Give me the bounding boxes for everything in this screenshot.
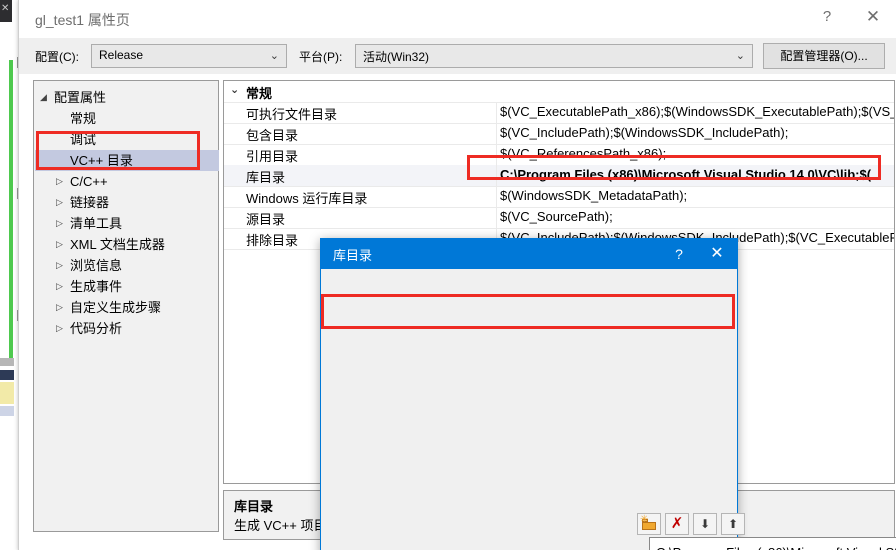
library-directories-dialog: 库目录 ? ✕ ✳ ✗ ⬇ ⬆ C:\Program Files (x86)\M… [320, 238, 896, 550]
platform-value: 活动(Win32) [363, 50, 430, 64]
move-down-button[interactable]: ⬇ [693, 513, 717, 535]
sidebar-item-xml-[interactable]: ▷ XML 文档生成器 [56, 234, 165, 255]
platform-select[interactable]: 活动(Win32) ⌄ [355, 44, 753, 68]
list-item[interactable]: C:\Program Files (x86)\Microsoft Visual … [656, 545, 896, 550]
property-name: 可执行文件目录 [246, 107, 338, 122]
new-folder-button[interactable]: ✳ [637, 513, 661, 535]
tree-expander-icon[interactable]: ▷ [56, 192, 63, 213]
tree-item-label: 配置属性 [54, 90, 107, 105]
tree-expander-icon[interactable]: ◢ [40, 87, 47, 108]
tree-expander-icon[interactable]: ▷ [56, 276, 63, 297]
sidebar-item--[interactable]: ▷ 链接器 [56, 192, 110, 213]
tree-item-label: C/C++ [70, 174, 108, 189]
property-value[interactable]: $(VC_SourcePath); [500, 209, 613, 224]
property-value[interactable]: $(VC_IncludePath);$(WindowsSDK_IncludePa… [500, 125, 788, 140]
tree-item-label: 浏览信息 [70, 258, 123, 273]
tree-item-label: 自定义生成步骤 [70, 300, 162, 315]
tree-item-label: VC++ 目录 [70, 153, 133, 168]
property-name: 引用目录 [246, 149, 299, 164]
configuration-tree[interactable]: ◢ 配置属性常规调试 VC++ 目录 ▷ C/C++ ▷ 链接器 ▷ 清单工具 ▷ XML 文档生成… [33, 80, 219, 532]
delete-button[interactable]: ✗ [665, 513, 689, 535]
property-name: Windows 运行库目录 [246, 191, 368, 206]
chevron-down-icon: ⌄ [735, 50, 745, 62]
table-row[interactable]: 源目录 $(VC_SourcePath); [224, 207, 894, 229]
editor-strip [0, 382, 14, 404]
sidebar-item--[interactable]: ▷ 自定义生成步骤 [56, 297, 162, 318]
close-icon: ✕ [1, 3, 10, 14]
directories-edit-list[interactable]: C:\Program Files (x86)\Microsoft Visual … [649, 537, 896, 550]
tree-item-label: XML 文档生成器 [70, 237, 165, 252]
move-up-button[interactable]: ⬆ [721, 513, 745, 535]
tree-item-label: 链接器 [70, 195, 110, 210]
grid-column-divider[interactable] [496, 102, 497, 249]
editor-strip [0, 370, 14, 380]
property-value[interactable]: $(WindowsSDK_MetadataPath); [500, 188, 687, 203]
sidebar-item--[interactable]: 调试 [70, 129, 96, 150]
tree-expander-icon[interactable]: ▷ [56, 234, 63, 255]
change-bar [9, 60, 13, 358]
tree-item-label: 代码分析 [70, 321, 123, 336]
grid-category-label: 常规 [246, 86, 273, 101]
dialog-title: 库目录 [333, 248, 373, 263]
sidebar-item--[interactable]: 常规 [70, 108, 96, 129]
close-button[interactable]: ✕ [851, 0, 895, 34]
tree-item-label: 调试 [70, 132, 97, 147]
help-button[interactable]: ? [805, 0, 849, 34]
tree-item-label: 生成事件 [70, 279, 123, 294]
sidebar-item--[interactable]: ▷ 生成事件 [56, 276, 123, 297]
tree-expander-icon[interactable]: ▷ [56, 318, 63, 339]
property-name: 排除目录 [246, 233, 299, 248]
sidebar-item--[interactable]: ▷ 代码分析 [56, 318, 123, 339]
tree-expander-icon[interactable]: ▷ [56, 171, 63, 192]
table-row[interactable]: 包含目录 $(VC_IncludePath);$(WindowsSDK_Inclu… [224, 123, 894, 145]
editor-strip [0, 406, 14, 416]
tree-expander-icon[interactable]: ▷ [56, 213, 63, 234]
dialog-close-button[interactable]: ✕ [699, 239, 735, 269]
property-name: 源目录 [246, 212, 286, 227]
delete-x-icon: ✗ [670, 515, 684, 532]
configuration-select[interactable]: Release ⌄ [91, 44, 287, 68]
sidebar-item-vc++-[interactable]: VC++ 目录 [70, 150, 133, 171]
table-row[interactable]: Windows 运行库目录 $(WindowsSDK_MetadataPath); [224, 186, 894, 208]
configuration-label: 配置(C): [35, 50, 79, 64]
configuration-value: Release [99, 48, 144, 62]
page-title: gl_test1 属性页 [35, 12, 130, 28]
configuration-bar: 配置(C): Release ⌄ 平台(P): 活动(Win32) ⌄ 配置管理… [19, 38, 896, 74]
tree-expander-icon[interactable]: ▷ [56, 255, 63, 276]
vertical-tab-strip[interactable]: ✕ [0, 0, 12, 22]
window-title-bar: gl_test1 属性页 ? ✕ [19, 0, 896, 38]
sidebar-item--[interactable]: ▷ 浏览信息 [56, 255, 123, 276]
sidebar-item-c/c++[interactable]: ▷ C/C++ [56, 171, 108, 192]
description-title: 库目录 [234, 499, 274, 514]
editor-strip [0, 358, 14, 366]
sidebar-item--[interactable]: ◢ 配置属性 [40, 87, 107, 108]
screen: ✕ - - - V gl_test1 属性页 ? ✕ 配置(C): Releas… [0, 0, 896, 550]
table-row[interactable]: 引用目录 $(VC_ReferencesPath_x86); [224, 144, 894, 166]
chevron-down-icon[interactable]: ⌄ [230, 83, 239, 96]
property-value[interactable]: C:\Program Files (x86)\Microsoft Visual … [500, 167, 871, 182]
table-row[interactable]: 可执行文件目录 $(VC_ExecutablePath_x86);$(Window… [224, 102, 894, 124]
tree-item-label: 清单工具 [70, 216, 123, 231]
property-value[interactable]: $(VC_ReferencesPath_x86); [500, 146, 666, 161]
property-value[interactable]: $(VC_ExecutablePath_x86);$(WindowsSDK_Ex… [500, 104, 894, 119]
tree-item-label: 常规 [70, 111, 97, 126]
property-name: 库目录 [246, 170, 286, 185]
table-row[interactable]: 库目录 C:\Program Files (x86)\Microsoft Visu… [224, 165, 894, 187]
grid-category-header[interactable]: ⌄ 常规 [224, 81, 894, 103]
dialog-help-button[interactable]: ? [661, 239, 697, 269]
sidebar-item--[interactable]: ▷ 清单工具 [56, 213, 123, 234]
configuration-manager-button[interactable]: 配置管理器(O)... [763, 43, 885, 69]
dialog-title-bar: 库目录 ? ✕ [321, 239, 737, 269]
platform-label: 平台(P): [299, 50, 343, 64]
chevron-down-icon: ⌄ [269, 50, 279, 62]
arrow-up-icon: ⬆ [727, 517, 739, 531]
tree-expander-icon[interactable]: ▷ [56, 297, 63, 318]
property-name: 包含目录 [246, 128, 299, 143]
sparkle-icon: ✳ [640, 514, 649, 525]
arrow-down-icon: ⬇ [699, 517, 711, 531]
